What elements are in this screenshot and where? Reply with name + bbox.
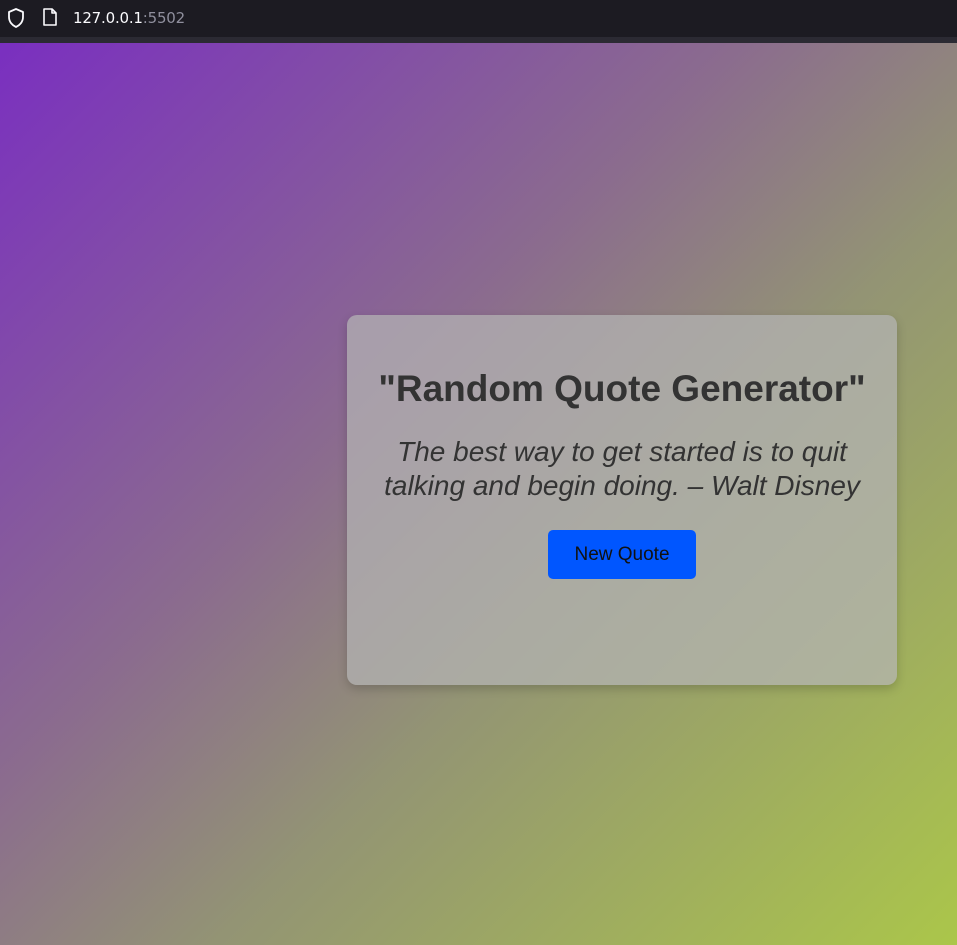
- quote-card: "Random Quote Generator" The best way to…: [347, 315, 897, 685]
- url-host: 127.0.0.1: [73, 9, 143, 27]
- address-bar[interactable]: 127.0.0.1:5502: [73, 9, 185, 27]
- shield-icon[interactable]: [7, 8, 25, 28]
- quote-text: The best way to get started is to quit t…: [384, 436, 860, 501]
- url-port: :5502: [142, 9, 185, 27]
- page-background: "Random Quote Generator" The best way to…: [0, 43, 957, 945]
- browser-toolbar: 127.0.0.1:5502: [0, 0, 957, 37]
- page-icon: [43, 8, 57, 26]
- page-title: "Random Quote Generator": [378, 368, 866, 409]
- new-quote-button[interactable]: New Quote: [548, 530, 696, 579]
